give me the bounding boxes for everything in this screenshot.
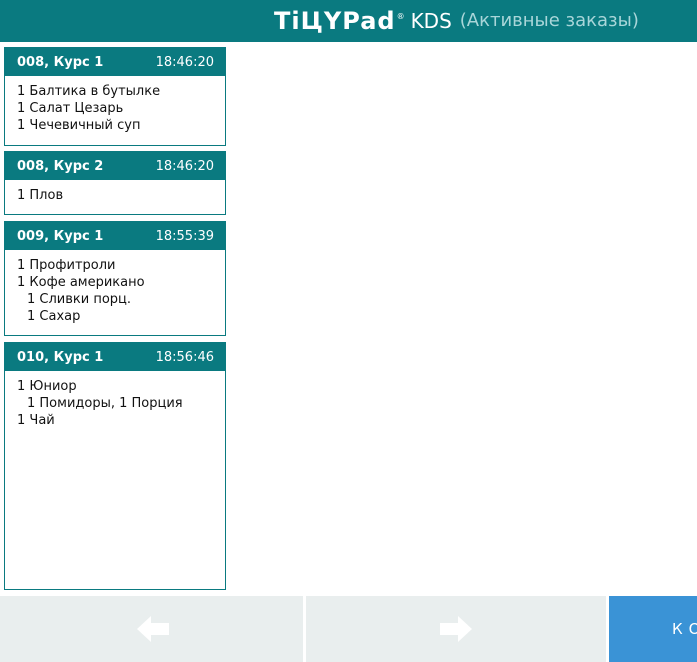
screen-title: (Активные заказы) (459, 10, 639, 31)
arrow-left-icon (137, 616, 169, 642)
order-title: 009, Курс 1 (17, 229, 104, 244)
order-card-header: 008, Курс 2 18:46:20 (5, 152, 225, 180)
order-items: 1 Профитроли 1 Кофе американо 1 Сливки п… (5, 250, 225, 325)
order-time: 18:55:39 (155, 229, 214, 244)
complete-button-label: КО (672, 620, 697, 638)
app-header: TiЦYPad ® KDS (Активные заказы) (0, 0, 697, 42)
order-item: 1 Кофе американо (17, 275, 145, 290)
order-items: 1 Плов (5, 180, 225, 204)
order-item: 1 Профитроли (17, 258, 116, 273)
order-time: 18:56:46 (155, 350, 214, 365)
order-item: 1 Чечевичный суп (17, 118, 141, 133)
order-card[interactable]: 008, Курс 2 18:46:20 1 Плов (4, 151, 226, 215)
tillypad-logo: TiЦYPad ® KDS (Активные заказы) (274, 8, 639, 34)
logo-mark: TiЦYPad (274, 7, 396, 35)
order-item: 1 Балтика в бутылке (17, 84, 161, 99)
order-card-header: 009, Курс 1 18:55:39 (5, 222, 225, 250)
order-items: 1 Балтика в бутылке 1 Салат Цезарь 1 Чеч… (5, 76, 225, 134)
order-item: 1 Салат Цезарь (17, 101, 124, 116)
order-item: 1 Юниор (17, 379, 77, 394)
complete-order-button[interactable]: КО (609, 596, 697, 662)
order-title: 010, Курс 1 (17, 350, 104, 365)
previous-page-button[interactable] (0, 596, 303, 662)
order-title: 008, Курс 1 (17, 55, 104, 70)
order-card[interactable]: 010, Курс 1 18:56:46 1 Юниор 1 Помидоры,… (4, 342, 226, 590)
order-items: 1 Юниор 1 Помидоры, 1 Порция 1 Чай (5, 371, 225, 429)
order-item-modifier: 1 Помидоры, 1 Порция (27, 396, 183, 411)
order-item-modifier: 1 Сливки порц. (27, 292, 132, 307)
product-name: KDS (410, 9, 452, 33)
arrow-right-icon (440, 616, 472, 642)
order-item-modifier: 1 Сахар (27, 309, 81, 324)
next-page-button[interactable] (306, 596, 606, 662)
order-time: 18:46:20 (155, 159, 214, 174)
order-card[interactable]: 008, Курс 1 18:46:20 1 Балтика в бутылке… (4, 47, 226, 146)
order-item: 1 Чай (17, 413, 55, 428)
registered-mark: ® (396, 11, 405, 21)
order-card[interactable]: 009, Курс 1 18:55:39 1 Профитроли 1 Кофе… (4, 221, 226, 336)
order-card-header: 010, Курс 1 18:56:46 (5, 343, 225, 371)
order-time: 18:46:20 (155, 55, 214, 70)
order-card-header: 008, Курс 1 18:46:20 (5, 48, 225, 76)
order-title: 008, Курс 2 (17, 159, 104, 174)
order-item: 1 Плов (17, 188, 64, 203)
